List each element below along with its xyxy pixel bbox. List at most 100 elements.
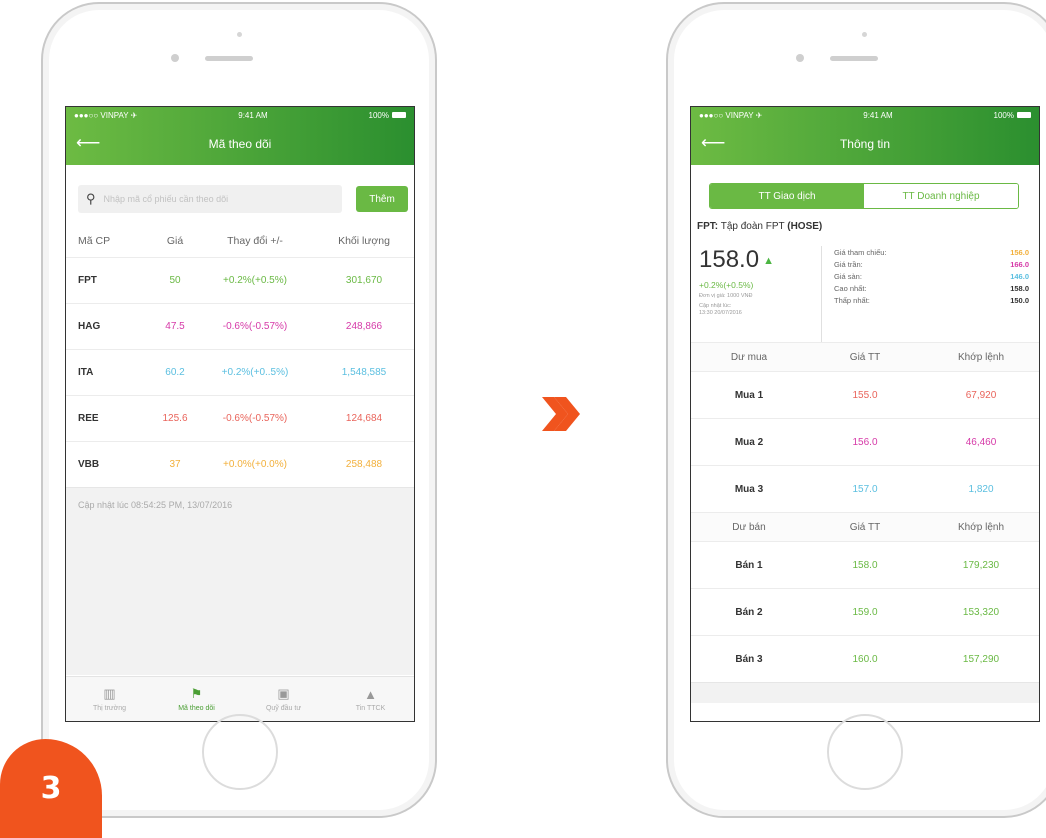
col-header-sell: Dư bán [732, 521, 766, 533]
add-button[interactable]: Thêm [356, 186, 408, 212]
level-price: 155.0 [852, 389, 878, 401]
order-book-row: Mua 1 155.0 67,920 [691, 371, 1039, 418]
phone-frame-left: ●●●○○ VINPAY ✈ 9:41 AM 100% ⟵ Mã theo dõ… [41, 2, 437, 818]
tab-label: Quỹ đầu tư [265, 705, 302, 712]
carrier-label: ●●●○○ VINPAY ✈ [699, 110, 763, 120]
up-arrow-icon: ▲ [763, 254, 774, 267]
tab-trading-info[interactable]: TT Giao dịch [710, 184, 864, 208]
tab-label: Mã theo dõi [178, 705, 215, 712]
tab-funds[interactable]: ▣ Quỹ đầu tư [240, 677, 327, 721]
col-header-buy: Dư mua [730, 351, 768, 363]
battery-label: 100% [368, 110, 389, 120]
screen-stock-info: ●●●○○ VINPAY ✈ 9:41 AM 100% ⟵ Thông tin … [690, 106, 1040, 722]
briefcase-icon: ▣ [277, 686, 290, 701]
tab-label: Thị trường [92, 705, 126, 712]
ref-value: 150.0 [1010, 295, 1029, 305]
search-input[interactable]: ⚲ Nhập mã cổ phiếu cần theo dõi [78, 185, 342, 213]
col-header-change: Thay đổi +/- [227, 235, 283, 247]
home-button[interactable] [827, 714, 903, 790]
company-title: FPT: Tập đoàn FPT (HOSE) [691, 209, 1039, 232]
header-bar: ●●●○○ VINPAY ✈ 9:41 AM 100% ⟵ Thông tin [691, 107, 1039, 165]
speaker-grille [830, 56, 878, 61]
sell-section-header: Dư bán Giá TT Khớp lệnh [691, 512, 1039, 541]
carrier-label: ●●●○○ VINPAY ✈ [74, 110, 138, 120]
table-row[interactable]: ITA 60.2 +0.2%(+0..5%) 1,548,585 [66, 349, 414, 395]
level-volume: 1,820 [968, 483, 994, 495]
clock-label: 9:41 AM [863, 110, 893, 120]
bottom-spacer [691, 682, 1039, 703]
level-volume: 67,920 [965, 389, 997, 401]
table-row[interactable]: FPT 50 +0.2%(+0.5%) 301,670 [66, 257, 414, 303]
stock-change: +0.2%(+0.5%) [223, 275, 287, 286]
ref-value: 146.0 [1010, 271, 1029, 281]
home-button[interactable] [202, 714, 278, 790]
ref-row: Cao nhất: 158.0 [834, 282, 1029, 294]
stock-price: 50 [169, 275, 181, 286]
nav-bar: ⟵ Mã theo dõi [66, 123, 414, 165]
col-header-matched: Khớp lệnh [957, 351, 1005, 363]
company-code: FPT: [697, 221, 719, 232]
stock-change: +0.0%(+0.0%) [223, 459, 287, 470]
watchlist-table: FPT 50 +0.2%(+0.5%) 301,670 HAG 47.5 -0.… [66, 257, 414, 487]
ref-row: Giá trần: 166.0 [834, 258, 1029, 270]
table-row[interactable]: VBB 37 +0.0%(+0.0%) 258,488 [66, 441, 414, 487]
phone-frame-right: ●●●○○ VINPAY ✈ 9:41 AM 100% ⟵ Thông tin … [666, 2, 1046, 818]
stock-volume: 124,684 [345, 413, 383, 424]
table-header: Mã CP Giá Thay đổi +/- Khối lượng [66, 223, 414, 257]
header-bar: ●●●○○ VINPAY ✈ 9:41 AM 100% ⟵ Mã theo dõ… [66, 107, 414, 165]
battery-indicator: 100% [994, 111, 1031, 120]
stock-price: 47.5 [165, 321, 185, 332]
tab-watchlist[interactable]: ⚑ Mã theo dõi [153, 677, 240, 721]
search-placeholder: Nhập mã cổ phiếu cần theo dõi [103, 194, 229, 204]
ref-row: Giá tham chiếu: 156.0 [834, 246, 1029, 258]
page-title: Thông tin [839, 137, 891, 151]
stock-volume: 1,548,585 [341, 367, 387, 378]
level-label: Bán 2 [735, 606, 763, 618]
level-label: Bán 3 [735, 653, 763, 665]
level-price: 159.0 [852, 606, 878, 618]
level-label: Mua 3 [734, 483, 764, 495]
reference-prices: Giá tham chiếu: 156.0 Giá trần: 166.0 Giá … [834, 246, 1039, 342]
level-price: 158.0 [852, 559, 878, 571]
ref-row: Giá sàn: 146.0 [834, 270, 1029, 282]
current-price: 158.0 ▲ [699, 246, 821, 274]
price-change: +0.2%(+0.5%) [699, 280, 754, 290]
stock-change: +0.2%(+0..5%) [221, 367, 289, 378]
level-price: 160.0 [852, 653, 878, 665]
tab-news[interactable]: ▲ Tin TTCK [327, 677, 414, 721]
camera-dot [237, 32, 242, 37]
update-time: 13:30 20/07/2016 [699, 310, 742, 317]
company-exchange: (HOSE) [787, 221, 823, 232]
stock-price: 60.2 [165, 367, 185, 378]
col-header-price: Giá [166, 235, 184, 247]
level-volume: 46,460 [965, 436, 997, 448]
buy-section-header: Dư mua Giá TT Khớp lệnh [691, 342, 1039, 371]
clock-label: 9:41 AM [238, 110, 268, 120]
stock-volume: 301,670 [345, 275, 383, 286]
updated-timestamp: Cập nhật lúc 08:54:25 PM, 13/07/2016 [66, 487, 414, 675]
tab-company-info[interactable]: TT Doanh nghiệp [864, 184, 1018, 208]
status-bar: ●●●○○ VINPAY ✈ 9:41 AM 100% [66, 107, 414, 123]
tab-market[interactable]: ▥ Thị trường [66, 677, 153, 721]
quote-panel: 158.0 ▲ +0.2%(+0.5%) Đơn vị giá: 1000 VNĐ… [691, 232, 1039, 342]
col-header-matched: Khớp lệnh [957, 521, 1005, 533]
order-book-row: Mua 2 156.0 46,460 [691, 418, 1039, 465]
order-book-row: Bán 2 159.0 153,320 [691, 588, 1039, 635]
stock-code: ITA [78, 367, 94, 378]
flag-icon: ⚑ [190, 686, 203, 701]
arrow-left-icon[interactable]: ⟵ [76, 133, 100, 153]
table-row[interactable]: HAG 47.5 -0.6%(-0.57%) 248,866 [66, 303, 414, 349]
order-book-row: Bán 1 158.0 179,230 [691, 541, 1039, 588]
arrow-left-icon[interactable]: ⟵ [701, 133, 725, 153]
ref-value: 156.0 [1010, 247, 1029, 257]
double-chevron-right-icon [542, 397, 580, 431]
level-label: Mua 1 [734, 389, 764, 401]
update-label: Cập nhật lúc: [699, 303, 732, 310]
page-title: Mã theo dõi [208, 137, 272, 151]
megaphone-icon: ▲ [364, 686, 377, 702]
stock-code: REE [78, 413, 99, 424]
ref-label: Cao nhất: [834, 283, 867, 293]
table-row[interactable]: REE 125.6 -0.6%(-0.57%) 124,684 [66, 395, 414, 441]
battery-icon [1017, 112, 1031, 119]
sensor-dot [171, 54, 179, 62]
